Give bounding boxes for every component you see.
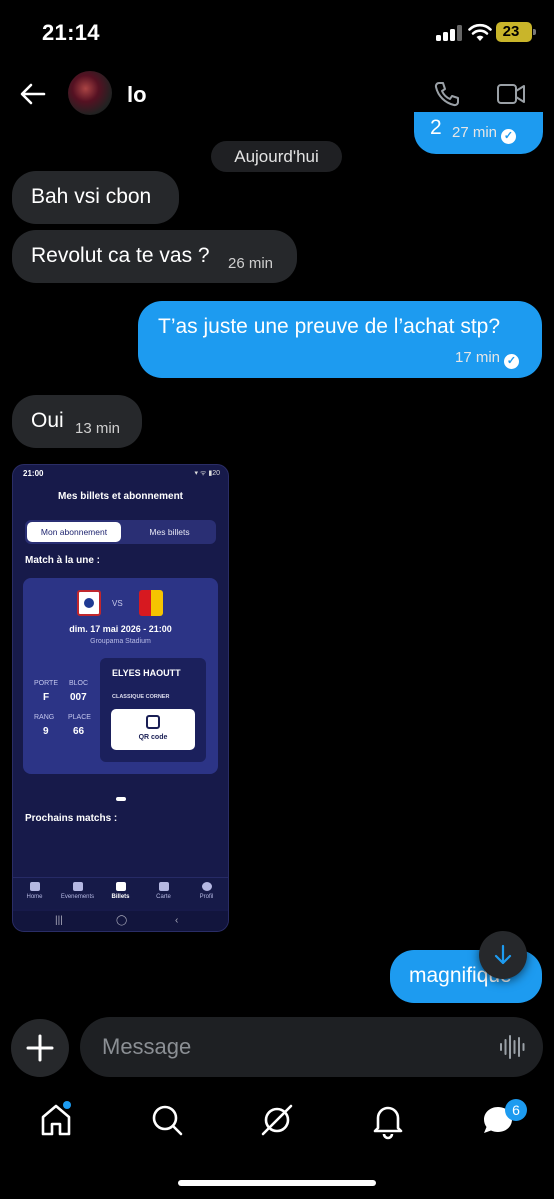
shot-vs: VS <box>112 599 123 608</box>
grok-icon[interactable] <box>257 1100 297 1140</box>
day-separator: Aujourd'hui <box>211 141 342 172</box>
shot-tab-mon-abonnement: Mon abonnement <box>27 522 121 542</box>
home-unread-dot <box>63 1101 71 1109</box>
shot-android-nav: ||| ◯ ‹ <box>13 911 228 931</box>
shot-segmented-control: Mon abonnement Mes billets <box>25 520 216 544</box>
phone-call-icon[interactable] <box>433 80 461 108</box>
shot-tab-bar: Home Evenements Billets Carte Profil <box>13 877 228 909</box>
profile-icon <box>201 882 212 891</box>
shot-tab-billets: Billets <box>99 882 142 900</box>
wifi-icon <box>468 23 492 41</box>
message-composer <box>80 1017 543 1077</box>
shot-title: Mes billets et abonnement <box>57 491 184 502</box>
shared-image-ticket-screenshot[interactable]: 21:00 ▾ ᯤ ▮20 Mes billets et abonnement … <box>12 464 229 932</box>
shot-value-bloc: 007 <box>70 692 87 703</box>
status-bar: 21:14 23 <box>0 0 554 66</box>
calendar-icon <box>72 882 83 891</box>
shot-upcoming-heading: Prochains matchs : <box>25 813 118 824</box>
read-check-icon: ✓ <box>504 354 520 369</box>
message-text: Revolut ca te vas ? <box>31 244 210 267</box>
message-text: 2 <box>430 116 442 139</box>
plus-icon <box>26 1034 54 1062</box>
message-bubble-incoming[interactable]: Bah vsi cbon <box>12 171 179 224</box>
search-icon[interactable] <box>147 1100 187 1140</box>
message-bubble-outgoing[interactable]: T’as juste une preuve de l’achat stp? 17… <box>138 301 542 378</box>
shot-value-rang: 9 <box>43 726 49 737</box>
shot-tab-profil: Profil <box>185 882 228 900</box>
shot-ticket-panel: ELYES HAOUTT CLASSIQUE CORNER QR code <box>100 658 206 762</box>
message-bubble-incoming[interactable]: Oui 13 min <box>12 395 142 448</box>
messages-badge: 6 <box>505 1099 527 1121</box>
bottom-navigation <box>0 1088 554 1158</box>
message-bubble-incoming[interactable]: Revolut ca te vas ? 26 min <box>12 230 297 283</box>
battery-level: 23 <box>502 23 520 40</box>
contact-name[interactable]: lo <box>127 82 147 108</box>
notifications-bell-icon[interactable] <box>368 1100 408 1140</box>
shot-value-porte: F <box>43 692 50 703</box>
shot-venue: Groupama Stadium <box>90 638 151 645</box>
message-bubble-outgoing[interactable]: 2 27 min ✓ <box>414 112 543 154</box>
video-call-icon[interactable] <box>496 82 526 106</box>
add-attachment-button[interactable] <box>11 1019 69 1077</box>
shot-category: CLASSIQUE CORNER <box>112 694 170 700</box>
shot-qr-button: QR code <box>111 709 195 750</box>
back-chevron-icon: ‹ <box>175 915 179 926</box>
voice-message-icon[interactable] <box>499 1034 525 1060</box>
scroll-to-bottom-button[interactable] <box>479 931 527 979</box>
contact-avatar[interactable] <box>68 71 112 115</box>
recents-icon: ||| <box>55 915 63 926</box>
shot-label-place: PLACE <box>68 714 91 721</box>
home-indicator <box>178 1180 376 1186</box>
shot-match-date: dim. 17 mai 2026 - 21:00 <box>69 624 172 634</box>
message-input[interactable] <box>102 1017 482 1077</box>
status-time: 21:14 <box>42 20 100 45</box>
shot-holder-name: ELYES HAOUTT <box>112 668 181 678</box>
shot-qr-label: QR code <box>138 734 168 741</box>
shot-label-bloc: BLOC <box>69 680 89 687</box>
shot-label-porte: PORTE <box>34 680 58 687</box>
shot-featured-heading: Match à la une : <box>25 555 101 566</box>
home-circle-icon: ◯ <box>116 915 128 926</box>
battery-icon: 23 <box>496 22 536 42</box>
ol-crest-icon <box>77 590 101 616</box>
shot-value-place: 66 <box>73 726 85 737</box>
shot-match-card: VS dim. 17 mai 2026 - 21:00 Groupama Sta… <box>23 578 218 774</box>
shot-tab-mes-billets: Mes billets <box>149 527 190 537</box>
shot-status-icons: ▾ ᯤ ▮20 <box>194 470 220 477</box>
home-icon <box>29 882 40 891</box>
cellular-signal-icon <box>436 25 462 41</box>
shot-tab-carte: Carte <box>142 882 185 900</box>
message-time: 13 min <box>75 420 121 437</box>
map-icon <box>158 882 169 891</box>
shot-status-time: 21:00 <box>23 469 44 478</box>
message-text: Oui <box>31 409 64 432</box>
message-time: 17 min <box>455 349 501 366</box>
shot-tab-home: Home <box>13 882 56 900</box>
message-time: 26 min <box>228 255 274 272</box>
message-text: Bah vsi cbon <box>31 185 152 208</box>
arrow-down-icon <box>494 944 512 965</box>
back-arrow-icon[interactable] <box>20 81 46 107</box>
shot-label-rang: RANG <box>34 714 55 721</box>
shot-page-indicator <box>116 797 126 801</box>
message-text: T’as juste une preuve de l’achat stp? <box>158 315 501 338</box>
shot-tab-evenements: Evenements <box>56 882 99 900</box>
tickets-icon <box>115 882 126 891</box>
message-time: 27 min <box>452 124 498 141</box>
read-check-icon: ✓ <box>501 129 517 144</box>
qr-code-icon <box>146 715 160 729</box>
rc-lens-crest-icon <box>139 590 163 616</box>
